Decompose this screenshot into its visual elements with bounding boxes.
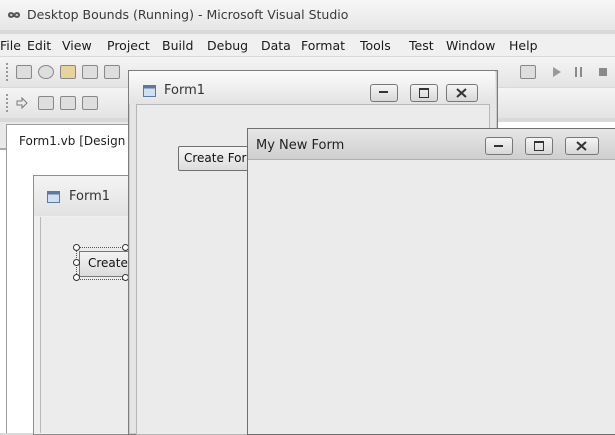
- my-new-form-title: My New Form: [256, 138, 345, 153]
- form1-title: Form1: [164, 83, 206, 98]
- maximize-icon: [534, 141, 544, 151]
- my-new-form-minimize-button[interactable]: [485, 137, 513, 155]
- my-new-form-close-button[interactable]: [565, 137, 599, 155]
- toolbar-grip[interactable]: [6, 63, 10, 81]
- form1-create-button-label: Create For: [184, 151, 247, 165]
- menu-help[interactable]: Help: [509, 38, 538, 53]
- menu-tools[interactable]: Tools: [360, 38, 391, 53]
- stop-icon[interactable]: [598, 67, 608, 77]
- document-tab-label: Form1.vb [Design: [19, 134, 126, 148]
- format-icon[interactable]: [60, 96, 76, 110]
- resize-handle[interactable]: [73, 274, 80, 281]
- menu-format[interactable]: Format: [301, 38, 345, 53]
- save-icon[interactable]: [82, 65, 98, 79]
- new-project-icon[interactable]: [16, 65, 32, 79]
- toolbar-grip[interactable]: [6, 94, 10, 112]
- pause-icon[interactable]: [574, 66, 584, 78]
- find-icon[interactable]: [520, 65, 536, 79]
- close-icon: [456, 88, 467, 98]
- my-new-form-maximize-button[interactable]: [525, 137, 553, 155]
- form-window-icon: [143, 85, 156, 97]
- menu-test[interactable]: Test: [409, 38, 434, 53]
- menu-debug[interactable]: Debug: [207, 38, 248, 53]
- resize-handle[interactable]: [73, 259, 80, 266]
- add-item-icon[interactable]: [38, 65, 54, 79]
- design-form-title: Form1: [69, 189, 111, 204]
- menu-project[interactable]: Project: [107, 38, 150, 53]
- infinity-icon: [7, 12, 21, 18]
- start-debugging-icon[interactable]: [552, 66, 562, 78]
- my-new-form-client-area[interactable]: [248, 159, 615, 434]
- design-create-button-label: Create: [88, 256, 128, 270]
- minimize-icon: [379, 91, 388, 93]
- close-icon: [576, 141, 587, 151]
- form1-minimize-button[interactable]: [370, 84, 398, 102]
- arrow-right-icon[interactable]: [16, 97, 28, 109]
- form1-close-button[interactable]: [446, 84, 478, 102]
- form-window-icon: [47, 191, 60, 203]
- menu-view[interactable]: View: [62, 38, 92, 53]
- save-all-icon[interactable]: [104, 65, 120, 79]
- menu-edit[interactable]: Edit: [27, 38, 51, 53]
- open-file-icon[interactable]: [60, 65, 76, 79]
- menu-build[interactable]: Build: [162, 38, 193, 53]
- menu-window[interactable]: Window: [446, 38, 495, 53]
- layout-icon[interactable]: [82, 96, 98, 110]
- align-icon[interactable]: [38, 96, 54, 110]
- vs-window-title: Desktop Bounds (Running) - Microsoft Vis…: [27, 7, 349, 22]
- menu-data[interactable]: Data: [261, 38, 291, 53]
- menu-file[interactable]: File: [0, 38, 21, 53]
- resize-handle[interactable]: [73, 244, 80, 251]
- minimize-icon: [494, 145, 503, 147]
- form1-maximize-button[interactable]: [410, 84, 438, 102]
- maximize-icon: [419, 88, 429, 98]
